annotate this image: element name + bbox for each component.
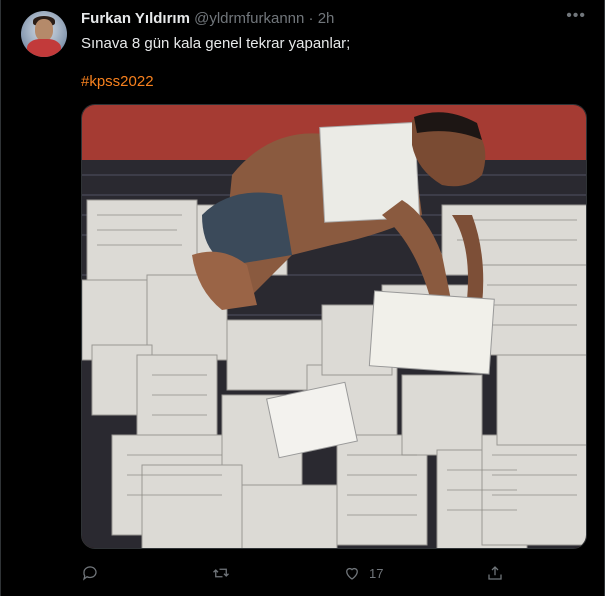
reply-button[interactable] [81, 562, 107, 584]
retweet-icon [213, 568, 229, 578]
avatar-body [27, 39, 61, 57]
more-icon[interactable]: ••• [566, 7, 586, 25]
hashtag-link[interactable]: #kpss2022 [81, 73, 154, 90]
tweet-photo[interactable] [81, 104, 587, 549]
avatar[interactable] [21, 11, 67, 57]
share-icon [488, 566, 502, 580]
like-button[interactable]: 17 [343, 562, 383, 584]
like-icon [346, 567, 358, 580]
tweet-card[interactable]: Furkan Yıldırım @yldrmfurkannn · 2h ••• … [0, 0, 605, 596]
tweet-text: Sınava 8 gün kala genel tekrar yapanlar; [81, 35, 351, 52]
tweet-actions: 17 [81, 562, 521, 586]
tweet-time[interactable]: 2h [318, 10, 335, 27]
tweet-header: Furkan Yıldırım @yldrmfurkannn · 2h [81, 10, 584, 30]
like-count: 17 [369, 565, 384, 581]
retweet-button[interactable] [212, 562, 238, 584]
user-handle[interactable]: @yldrmfurkannn [194, 10, 304, 27]
avatar-face [35, 19, 53, 41]
reply-icon [82, 566, 97, 581]
share-button[interactable] [486, 562, 512, 584]
separator: · [308, 10, 314, 27]
display-name[interactable]: Furkan Yıldırım [81, 10, 190, 27]
